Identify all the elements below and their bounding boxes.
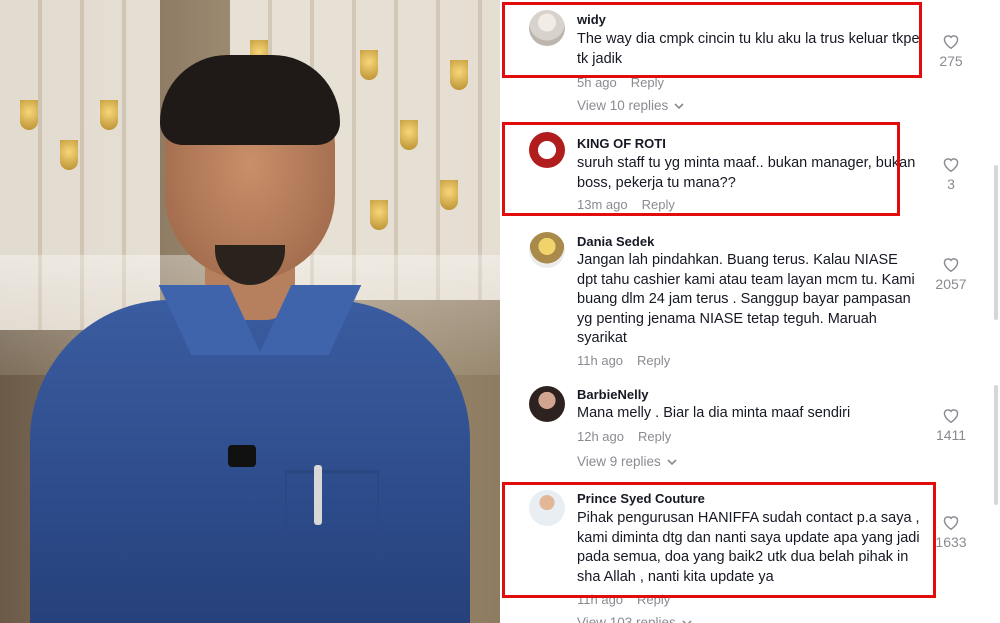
heart-outline-icon	[943, 158, 959, 172]
chevron-down-icon	[667, 454, 677, 469]
comment-timestamp: 12h ago	[577, 429, 624, 444]
jewelry-item	[60, 140, 78, 170]
highlight-box	[502, 122, 900, 216]
view-replies-button[interactable]: View 9 replies	[577, 454, 677, 469]
jewelry-item	[440, 180, 458, 210]
avatar[interactable]	[529, 386, 565, 422]
view-replies-button[interactable]: View 103 replies	[577, 615, 692, 623]
shirt-pocket	[285, 470, 379, 536]
heart-outline-icon	[943, 258, 959, 272]
chevron-down-icon	[682, 615, 692, 623]
jewelry-item	[450, 60, 468, 90]
like-button[interactable]: 1411	[930, 407, 972, 443]
view-replies-label: View 103 replies	[577, 615, 676, 623]
like-count: 275	[939, 53, 963, 69]
highlight-box	[502, 2, 922, 78]
highlight-box	[502, 482, 936, 598]
heart-outline-icon	[943, 516, 959, 530]
view-replies-button[interactable]: View 10 replies	[577, 98, 684, 113]
pen	[314, 465, 322, 525]
like-count: 3	[947, 176, 955, 192]
heart-outline-icon	[943, 409, 959, 423]
jewelry-item	[100, 100, 118, 130]
comment-username[interactable]: BarbieNelly	[577, 387, 649, 402]
view-replies-label: View 9 replies	[577, 454, 661, 469]
comment-meta: 12h ago Reply	[577, 429, 671, 444]
comment-meta: 11h ago Reply	[577, 353, 670, 368]
lapel-microphone	[228, 445, 256, 467]
reply-button[interactable]: Reply	[638, 429, 671, 444]
like-count: 2057	[935, 276, 967, 292]
like-button[interactable]: 1633	[930, 514, 972, 550]
like-button[interactable]: 3	[930, 156, 972, 192]
comment-username[interactable]: Dania Sedek	[577, 234, 654, 249]
jewelry-item	[400, 120, 418, 150]
comment-timestamp: 11h ago	[577, 353, 624, 368]
jewelry-item	[360, 50, 378, 80]
presenter-hair	[160, 55, 340, 145]
comment-text: Mana melly . Biar la dia minta maaf send…	[577, 405, 851, 421]
video-frame[interactable]	[0, 0, 500, 623]
jewelry-item	[20, 100, 38, 130]
chevron-down-icon	[674, 98, 684, 113]
like-count: 1411	[935, 427, 967, 443]
comments-panel: widy The way dia cmpk cincin tu klu aku …	[500, 0, 1000, 623]
comment-text: Jangan lah pindahkan. Buang terus. Kalau…	[577, 252, 915, 346]
scrollbar-thumb[interactable]	[994, 165, 998, 320]
scrollbar-thumb[interactable]	[994, 385, 998, 505]
heart-outline-icon	[943, 35, 959, 49]
like-button[interactable]: 2057	[930, 256, 972, 292]
view-replies-label: View 10 replies	[577, 98, 669, 113]
jewelry-item	[370, 200, 388, 230]
reply-button[interactable]: Reply	[637, 353, 670, 368]
like-count: 1633	[935, 534, 967, 550]
avatar[interactable]	[529, 232, 565, 268]
like-button[interactable]: 275	[930, 33, 972, 69]
